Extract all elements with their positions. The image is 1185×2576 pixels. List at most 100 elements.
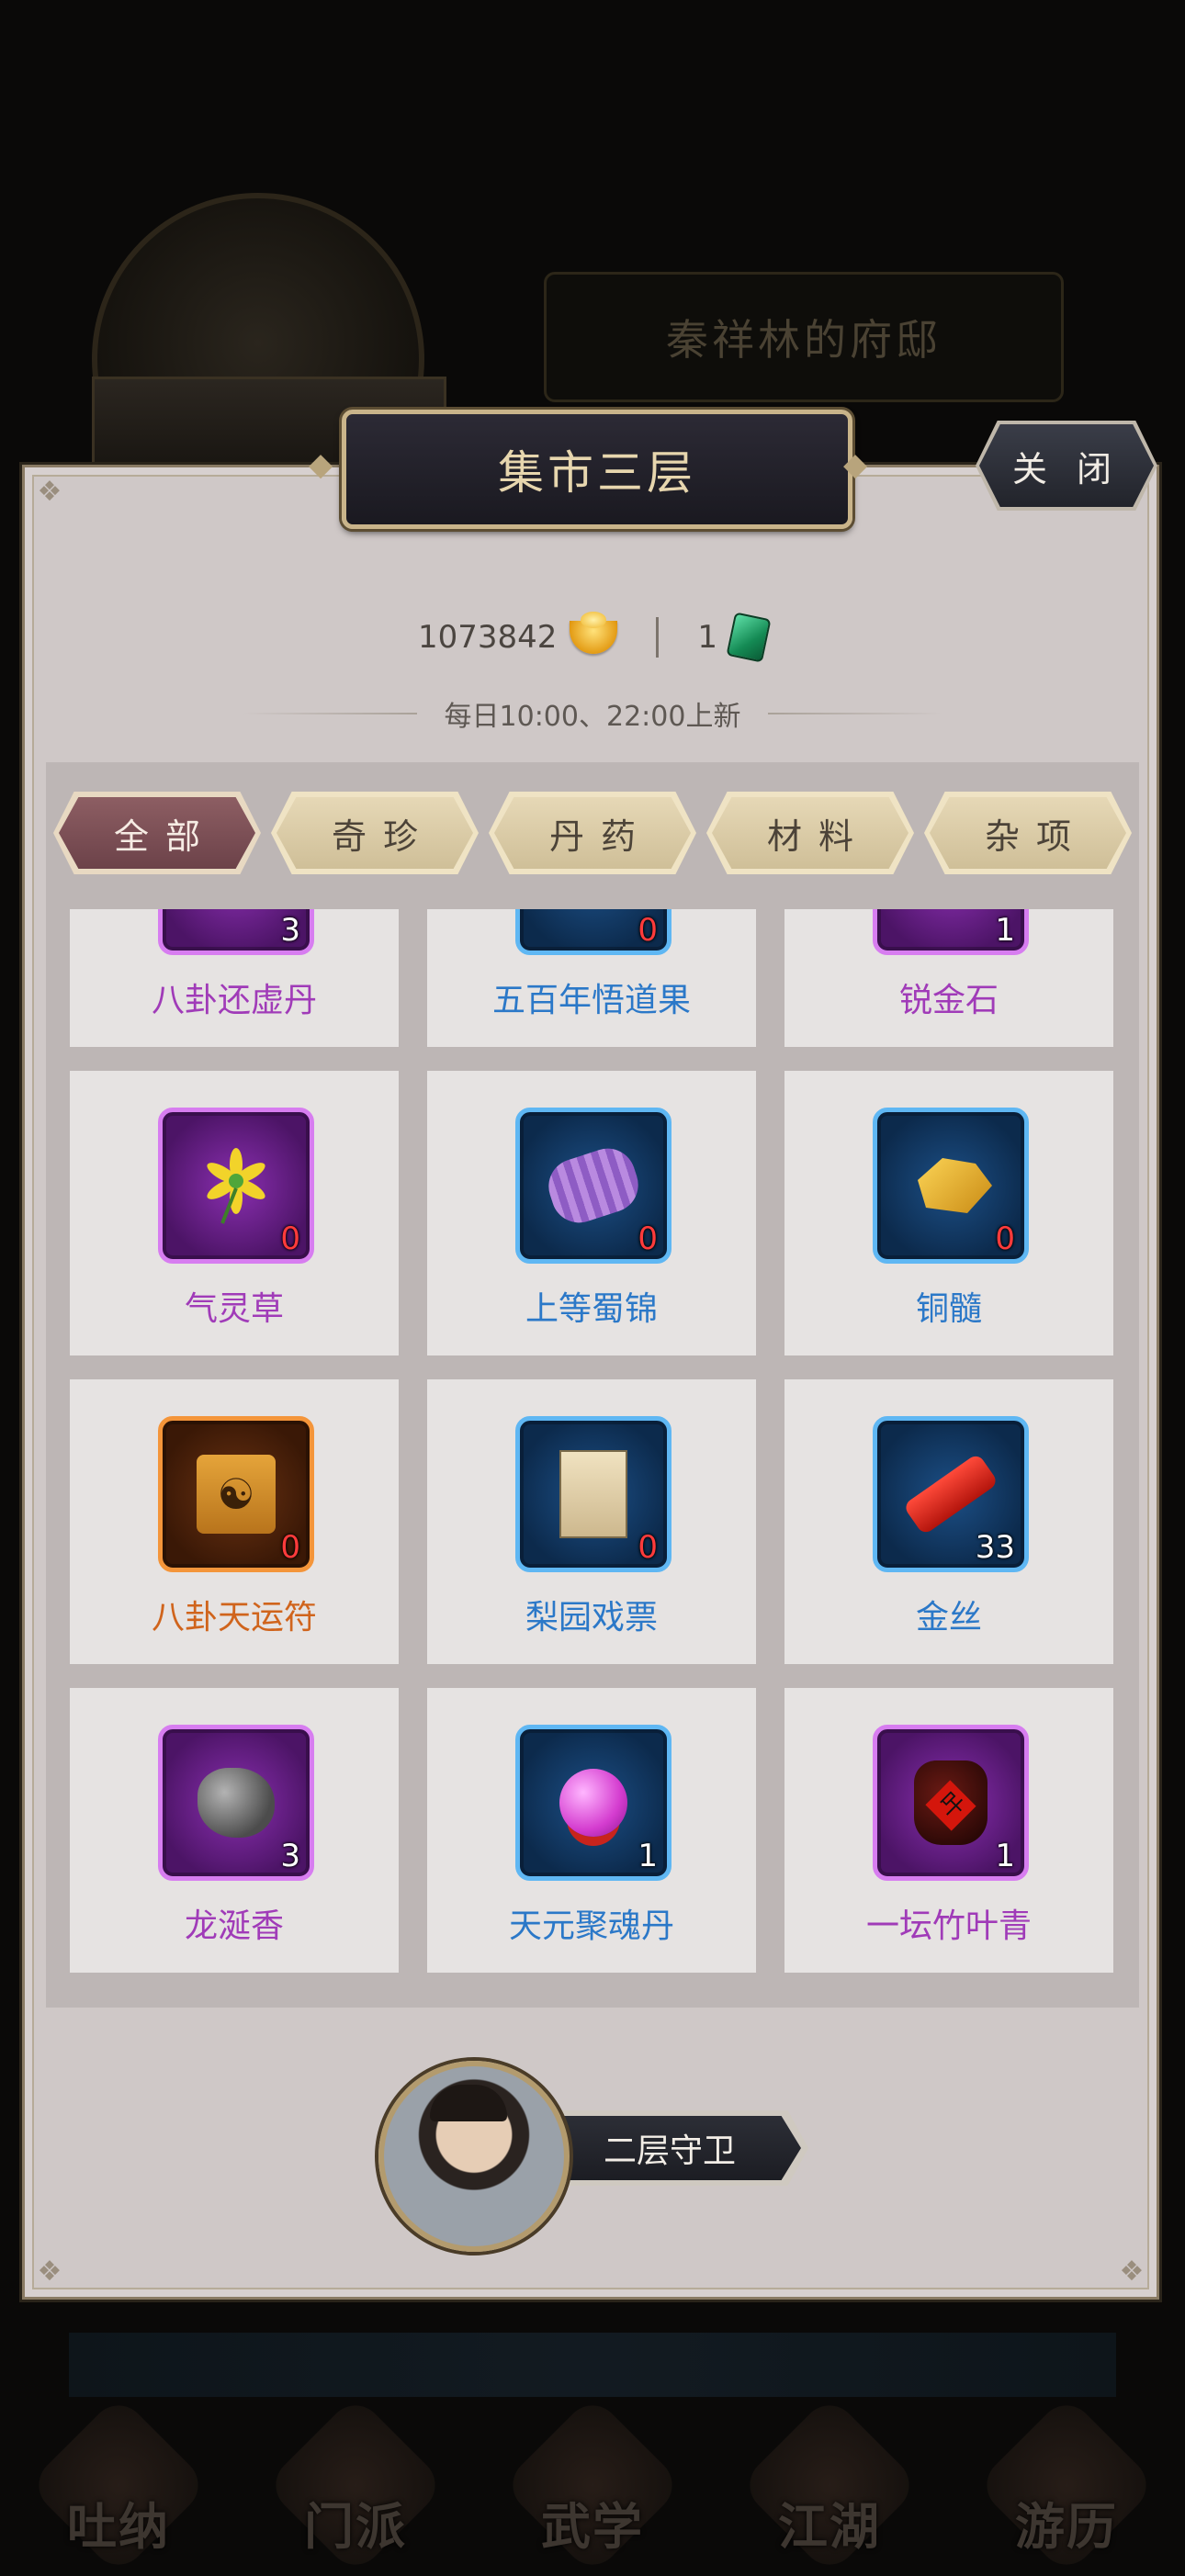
tab-misc[interactable]: 杂项 bbox=[924, 792, 1132, 874]
corner-ornament: ❖ bbox=[37, 2255, 62, 2288]
soul-orb-icon bbox=[559, 1769, 627, 1837]
ambergris-icon bbox=[198, 1768, 275, 1838]
corner-ornament: ❖ bbox=[37, 476, 62, 508]
item-name: 梨园戏票 bbox=[525, 1599, 658, 1637]
jade-amount: 1 bbox=[697, 619, 718, 656]
herb-icon bbox=[207, 1148, 265, 1224]
title-wing-left: ◆ bbox=[309, 446, 333, 483]
background-mansion-plate: 秦祥林的府邸 bbox=[544, 272, 1064, 402]
tab-label: 杂项 bbox=[984, 816, 1088, 857]
item-count: 1 bbox=[995, 1838, 1015, 1874]
nav-item-menpai: 门派 bbox=[265, 2394, 446, 2576]
page-title: 集市三层 bbox=[498, 446, 696, 500]
tab-label: 全部 bbox=[113, 816, 217, 857]
shop-area: 全部 奇珍 丹药 材料 杂项 3 八卦还虚丹 0 五百年悟道果 1 锐金石 0 … bbox=[46, 762, 1139, 2008]
shop-item[interactable]: 0 五百年悟道果 bbox=[427, 909, 756, 1047]
guard-label: 二层守卫 bbox=[603, 2132, 736, 2170]
item-frame: 0 bbox=[873, 1108, 1029, 1264]
close-button-label: 关 闭 bbox=[1011, 448, 1122, 489]
item-count: 0 bbox=[280, 1529, 300, 1566]
item-name: 气灵草 bbox=[184, 1290, 284, 1328]
copper-ore-icon bbox=[918, 1158, 992, 1213]
jade-token-icon bbox=[726, 612, 772, 663]
item-frame: 0 bbox=[515, 909, 672, 955]
item-frame: 1 bbox=[873, 1725, 1029, 1881]
silk-roll-icon bbox=[541, 1141, 646, 1231]
bottom-nav: 吐纳 门派 武学 江湖 游历 bbox=[0, 2394, 1185, 2576]
item-count: 0 bbox=[638, 1221, 658, 1257]
item-name: 金丝 bbox=[915, 1599, 982, 1637]
item-frame: 33 bbox=[873, 1416, 1029, 1572]
nav-label: 门派 bbox=[304, 2498, 407, 2556]
item-frame: 0 bbox=[158, 1416, 314, 1572]
item-name: 八卦还虚丹 bbox=[151, 982, 317, 1019]
item-frame: 0 bbox=[515, 1416, 672, 1572]
divider-ornament bbox=[768, 713, 943, 714]
tab-pills[interactable]: 丹药 bbox=[489, 792, 696, 874]
item-frame: 3 bbox=[158, 1725, 314, 1881]
item-name: 铜髓 bbox=[915, 1290, 982, 1328]
nav-label: 吐纳 bbox=[67, 2498, 170, 2556]
shop-item[interactable]: 0 八卦天运符 bbox=[70, 1379, 399, 1664]
nav-item-jianghu: 江湖 bbox=[739, 2394, 920, 2576]
gold-ingot-icon bbox=[570, 612, 618, 654]
item-grid-viewport[interactable]: 3 八卦还虚丹 0 五百年悟道果 1 锐金石 0 气灵草 0 上等蜀锦 0 铜髓… bbox=[70, 909, 1113, 1993]
item-name: 五百年悟道果 bbox=[491, 982, 691, 1019]
tab-label: 丹药 bbox=[548, 816, 652, 857]
shop-item[interactable]: 1 天元聚魂丹 bbox=[427, 1688, 756, 1973]
shop-item[interactable]: 1 一坛竹叶青 bbox=[784, 1688, 1113, 1973]
shop-item[interactable]: 3 龙涎香 bbox=[70, 1688, 399, 1973]
nav-item-tuna: 吐纳 bbox=[28, 2394, 209, 2576]
shop-item[interactable]: 0 梨园戏票 bbox=[427, 1379, 756, 1664]
wine-jar-icon bbox=[914, 1760, 988, 1845]
item-count: 0 bbox=[638, 1529, 658, 1566]
item-frame: 1 bbox=[873, 909, 1029, 955]
item-count: 0 bbox=[638, 912, 658, 949]
refresh-note: 每日10:00、22:00上新 bbox=[444, 701, 741, 733]
item-count: 3 bbox=[280, 912, 300, 949]
item-frame: 1 bbox=[515, 1725, 672, 1881]
tab-label: 奇珍 bbox=[331, 816, 434, 857]
shop-item[interactable]: 0 铜髓 bbox=[784, 1071, 1113, 1355]
shop-item[interactable]: 1 锐金石 bbox=[784, 909, 1113, 1047]
shop-item[interactable]: 3 八卦还虚丹 bbox=[70, 909, 399, 1047]
nav-item-youli: 游历 bbox=[976, 2394, 1157, 2576]
item-count: 0 bbox=[995, 1221, 1015, 1257]
divider-ornament bbox=[242, 713, 417, 714]
tab-materials[interactable]: 材料 bbox=[706, 792, 914, 874]
corner-ornament: ❖ bbox=[1119, 2255, 1145, 2288]
item-name: 锐金石 bbox=[898, 982, 999, 1019]
tab-treasures[interactable]: 奇珍 bbox=[271, 792, 479, 874]
category-tabs: 全部 奇珍 丹药 材料 杂项 bbox=[53, 792, 1132, 880]
item-frame: 0 bbox=[158, 1108, 314, 1264]
currency-divider bbox=[656, 617, 660, 658]
shop-item[interactable]: 0 上等蜀锦 bbox=[427, 1071, 756, 1355]
item-count: 0 bbox=[280, 1221, 300, 1257]
item-frame: 0 bbox=[515, 1108, 672, 1264]
tab-all[interactable]: 全部 bbox=[53, 792, 261, 874]
item-name: 八卦天运符 bbox=[151, 1599, 317, 1637]
nav-label: 江湖 bbox=[778, 2498, 881, 2556]
nav-label: 武学 bbox=[541, 2498, 644, 2556]
background-strip bbox=[69, 2333, 1116, 2397]
item-count: 3 bbox=[280, 1838, 300, 1874]
close-button[interactable]: 关 闭 bbox=[979, 424, 1154, 507]
refresh-note-row: 每日10:00、22:00上新 bbox=[0, 691, 1185, 737]
shop-item[interactable]: 33 金丝 bbox=[784, 1379, 1113, 1664]
nav-item-wuxue: 武学 bbox=[502, 2394, 683, 2576]
shop-item[interactable]: 0 气灵草 bbox=[70, 1071, 399, 1355]
item-frame: 3 bbox=[158, 909, 314, 955]
title-plate: 集市三层 bbox=[342, 410, 852, 529]
item-name: 一坛竹叶青 bbox=[865, 1907, 1032, 1945]
tab-label: 材料 bbox=[766, 816, 870, 857]
item-count: 1 bbox=[638, 1838, 658, 1874]
item-name: 天元聚魂丹 bbox=[508, 1907, 674, 1945]
item-count: 1 bbox=[995, 912, 1015, 949]
mansion-label: 秦祥林的府邸 bbox=[666, 315, 942, 365]
ticket-icon bbox=[559, 1450, 627, 1538]
currency-bar: 1073842 1 bbox=[0, 610, 1185, 665]
bagua-charm-icon bbox=[197, 1455, 276, 1534]
nav-label: 游历 bbox=[1015, 2498, 1118, 2556]
gold-amount: 1073842 bbox=[417, 619, 558, 656]
item-name: 龙涎香 bbox=[184, 1907, 284, 1945]
